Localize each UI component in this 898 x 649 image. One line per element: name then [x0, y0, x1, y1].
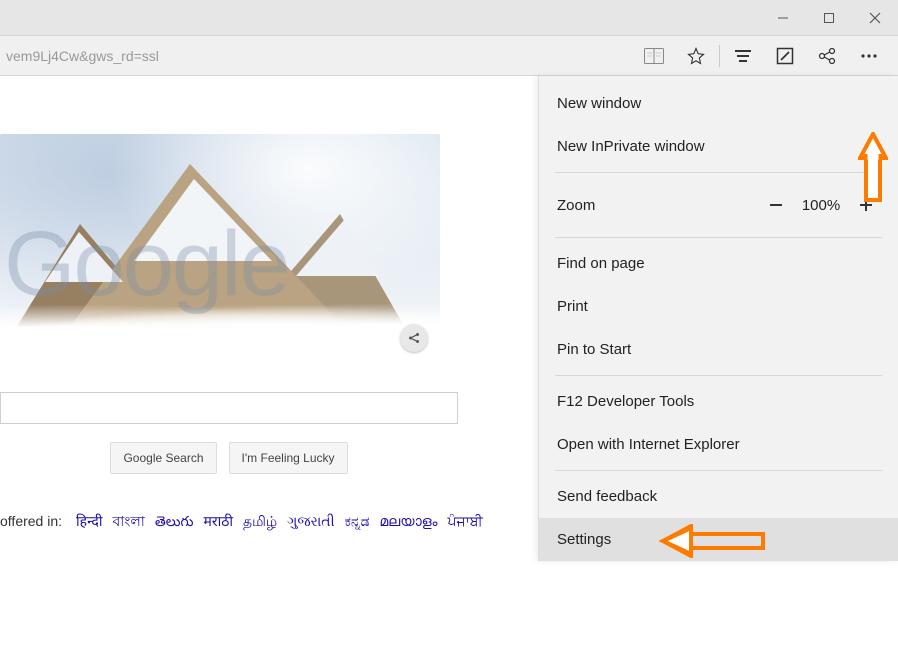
hub-icon[interactable] [722, 36, 764, 76]
zoom-out-button[interactable] [758, 187, 794, 223]
minimize-button[interactable] [760, 3, 806, 33]
zoom-label: Zoom [557, 197, 758, 214]
lang-link[interactable]: हिन्दी [76, 512, 102, 531]
favorite-star-icon[interactable] [675, 36, 717, 76]
lang-link[interactable]: मराठी [204, 512, 233, 531]
menu-find[interactable]: Find on page [539, 242, 898, 285]
url-display[interactable]: vem9Lj4Cw&gws_rd=ssl [0, 48, 165, 64]
webnote-icon[interactable] [764, 36, 806, 76]
reading-view-icon[interactable] [633, 36, 675, 76]
window-titlebar [0, 0, 898, 36]
zoom-value: 100% [794, 197, 848, 214]
menu-print[interactable]: Print [539, 285, 898, 328]
menu-divider [555, 237, 882, 238]
page-content: Google Google Search I'm Feeling Lucky o… [0, 76, 898, 649]
lang-link[interactable]: ਪੰਜਾਬੀ [448, 513, 483, 530]
doodle-share-icon[interactable] [400, 324, 428, 352]
close-button[interactable] [852, 3, 898, 33]
maximize-button[interactable] [806, 3, 852, 33]
address-bar: vem9Lj4Cw&gws_rd=ssl [0, 36, 898, 76]
more-menu: New window New InPrivate window Zoom 100… [538, 76, 898, 561]
google-doodle[interactable]: Google [0, 134, 440, 364]
menu-divider [555, 470, 882, 471]
menu-settings[interactable]: Settings [539, 518, 898, 561]
search-buttons: Google Search I'm Feeling Lucky [0, 442, 458, 474]
zoom-in-button[interactable] [848, 187, 884, 223]
search-input[interactable] [0, 392, 458, 424]
lang-link[interactable]: മലയാളം [380, 513, 438, 530]
menu-new-inprivate[interactable]: New InPrivate window [539, 125, 898, 168]
menu-new-window[interactable]: New window [539, 82, 898, 125]
toolbar-separator [719, 45, 720, 67]
google-search-button[interactable]: Google Search [110, 442, 216, 474]
lang-link[interactable]: ગુજરાતી [287, 513, 334, 530]
menu-pin[interactable]: Pin to Start [539, 328, 898, 371]
lang-link[interactable]: తెలుగు [155, 513, 194, 533]
menu-divider [555, 172, 882, 173]
share-icon[interactable] [806, 36, 848, 76]
menu-open-ie[interactable]: Open with Internet Explorer [539, 423, 898, 466]
menu-devtools[interactable]: F12 Developer Tools [539, 380, 898, 423]
menu-zoom-row: Zoom 100% [539, 177, 898, 233]
menu-divider [555, 375, 882, 376]
more-icon[interactable] [848, 36, 890, 76]
lang-link[interactable]: ಕನ್ನಡ [345, 513, 370, 530]
lang-link[interactable]: বাংলা [112, 510, 144, 534]
lang-link[interactable]: தமிழ் [243, 513, 277, 532]
menu-feedback[interactable]: Send feedback [539, 475, 898, 518]
feeling-lucky-button[interactable]: I'm Feeling Lucky [229, 442, 348, 474]
annotation-arrow-settings [659, 524, 769, 562]
language-lead: offered in: [0, 513, 62, 529]
